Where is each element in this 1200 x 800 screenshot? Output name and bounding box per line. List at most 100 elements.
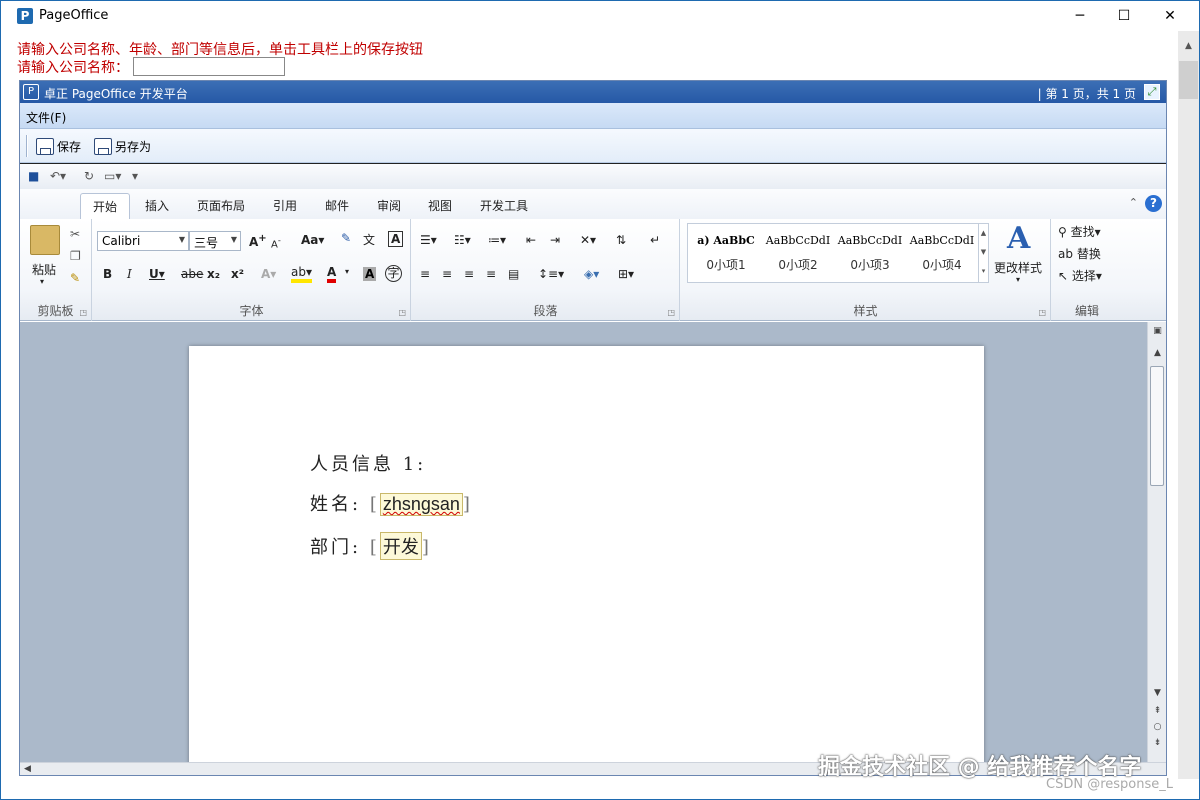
collapse-ribbon-icon[interactable]: ⌃ [1129,196,1138,209]
change-styles-icon[interactable]: A [1007,221,1030,256]
format-painter-icon[interactable]: ✎ [70,271,80,285]
font-size-combo[interactable]: 三号 ▼ [189,231,241,251]
align-right-icon[interactable]: ≡ [464,267,474,281]
app-window: P PageOffice ─ ☐ ✕ 请输入公司名称、年龄、部门等信息后，单击工… [0,0,1200,800]
close-button[interactable]: ✕ [1147,1,1193,31]
italic-icon[interactable]: I [127,267,132,281]
maximize-button[interactable]: ☐ [1101,1,1147,31]
grow-font-icon[interactable]: A+ [249,233,267,249]
find-button[interactable]: ⚲ 查找▾ [1058,223,1101,240]
scroll-down-icon[interactable]: ▼ [1148,688,1166,698]
menu-file[interactable]: 文件(F) [26,109,66,126]
font-launcher-icon[interactable]: ◳ [398,308,406,317]
qat-redo-icon[interactable]: ↻ [84,169,94,183]
shading-icon[interactable]: ◈▾ [584,267,599,281]
line-spacing-icon[interactable]: ↕≡▾ [538,267,564,281]
document-area[interactable]: 人员信息 1: 姓名: [zhsngsan] 部门: [开发] [20,322,1147,762]
bullets-icon[interactable]: ☰▾ [420,233,437,247]
borders-icon[interactable]: ⊞▾ [618,267,634,281]
tab-references[interactable]: 引用 [273,197,297,214]
bold-icon[interactable]: B [103,267,112,281]
document-vscrollbar[interactable]: ▣ ▲ ▼ ⇞ ○ ⇟ [1147,322,1166,762]
company-name-input[interactable] [133,57,285,76]
paste-button[interactable]: 粘贴 [32,261,56,278]
replace-icon: ab [1058,247,1073,261]
toolbar-separator [26,135,28,157]
select-button[interactable]: ↖ 选择▾ [1058,267,1102,284]
font-color-icon[interactable]: A [327,265,337,283]
document-scroll-thumb[interactable] [1150,366,1164,486]
page-scrollbar[interactable]: ▲ ▼ [1178,31,1199,793]
underline-icon[interactable]: U▾ [149,267,165,281]
style-item[interactable]: a) AaBbC 0小项1 [690,230,762,273]
qat-undo-icon[interactable]: ↶▾ [50,169,66,183]
clipboard-launcher-icon[interactable]: ◳ [79,308,87,317]
subscript-icon[interactable]: x₂ [207,267,220,281]
qat-open-icon[interactable]: ▭▾ [104,169,121,183]
paste-icon[interactable] [30,225,60,255]
prev-page-icon[interactable]: ⇞ [1148,706,1166,716]
tab-developer[interactable]: 开发工具 [480,197,528,214]
tab-page-layout[interactable]: 页面布局 [197,197,245,214]
tab-insert[interactable]: 插入 [145,197,169,214]
enclose-char-icon[interactable]: 字 [385,265,402,282]
tab-mailings[interactable]: 邮件 [325,197,349,214]
copy-icon[interactable]: ❐ [70,249,81,263]
numbering-icon[interactable]: ☷▾ [454,233,471,247]
next-page-icon[interactable]: ⇟ [1148,738,1166,748]
clear-format-icon[interactable]: ✎ [341,231,351,245]
scroll-up-icon[interactable]: ▲ [1178,41,1199,51]
help-icon[interactable]: ? [1145,195,1162,212]
change-case-icon[interactable]: Aa▾ [301,233,324,247]
save-as-button[interactable]: 另存为 [94,135,151,157]
dept-field[interactable]: 开发 [379,532,422,560]
qat-customize-icon[interactable]: ▾ [132,169,138,183]
paragraph-launcher-icon[interactable]: ◳ [667,308,675,317]
fullscreen-icon[interactable]: ⤢ [1144,84,1160,100]
change-styles-dropdown-icon[interactable]: ▾ [1016,275,1020,284]
char-border-icon[interactable]: A [388,231,404,247]
save-button[interactable]: 保存 [36,135,81,157]
show-marks-icon[interactable]: ↵ [650,233,660,247]
cut-icon[interactable]: ✂ [70,227,80,241]
paste-dropdown-icon[interactable]: ▾ [40,277,44,286]
tab-review[interactable]: 审阅 [377,197,401,214]
qat-save-icon[interactable]: ■ [28,169,39,183]
char-shading-icon[interactable]: A [363,267,377,281]
style-item[interactable]: AaBbCcDdI 0小项4 [906,230,978,273]
tab-view[interactable]: 视图 [428,197,452,214]
align-left-icon[interactable]: ≡ [420,267,430,281]
align-center-icon[interactable]: ≡ [442,267,452,281]
minimize-button[interactable]: ─ [1057,1,1103,31]
style-item[interactable]: AaBbCcDdI 0小项3 [834,230,906,273]
sort-icon[interactable]: ⇅ [616,233,626,247]
style-item[interactable]: AaBbCcDdI 0小项2 [762,230,834,273]
browse-object-icon[interactable]: ○ [1148,722,1166,732]
multilevel-list-icon[interactable]: ≔▾ [488,233,506,247]
name-field[interactable]: zhsngsan [379,493,463,516]
font-name-combo[interactable]: Calibri ▼ [97,231,189,251]
highlight-icon[interactable]: ab▾ [291,265,312,283]
styles-launcher-icon[interactable]: ◳ [1038,308,1046,317]
document-page[interactable]: 人员信息 1: 姓名: [zhsngsan] 部门: [开发] [189,346,984,762]
ruler-toggle-icon[interactable]: ▣ [1148,326,1166,336]
replace-button[interactable]: ab 替换 [1058,245,1101,262]
scroll-left-icon[interactable]: ◀ [24,764,31,774]
text-effect-icon[interactable]: A▾ [261,267,276,281]
chevron-down-icon: ▼ [178,235,185,244]
justify-icon[interactable]: ≡ [486,267,496,281]
distribute-icon[interactable]: ▤ [508,267,519,281]
phonetic-guide-icon[interactable]: 文 [363,231,375,248]
change-styles-button[interactable]: 更改样式 [994,259,1042,276]
superscript-icon[interactable]: x² [231,267,244,281]
font-color-dropdown-icon[interactable]: ▾ [345,267,349,276]
tab-home[interactable]: 开始 [80,193,131,220]
chinese-layout-icon[interactable]: ✕▾ [580,233,596,247]
decrease-indent-icon[interactable]: ⇤ [526,233,536,247]
increase-indent-icon[interactable]: ⇥ [550,233,560,247]
gallery-scroll-icon[interactable]: ▲ ▼ ▾ [978,224,988,282]
scroll-up-icon[interactable]: ▲ [1148,348,1166,358]
page-scroll-thumb[interactable] [1179,61,1198,99]
shrink-font-icon[interactable]: A- [271,235,281,250]
strikethrough-icon[interactable]: abe [181,267,203,281]
